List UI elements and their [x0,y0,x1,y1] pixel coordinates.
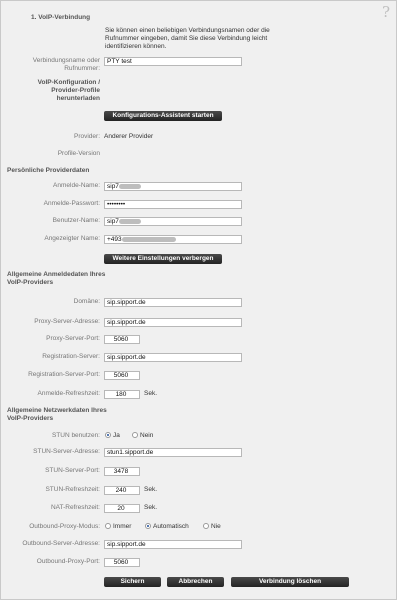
stun-no-radio[interactable]: Nein [132,432,153,439]
delete-connection-button[interactable]: Verbindung löschen [231,577,349,587]
connection-name-label: Verbindungsname oder Rufnummer: [32,57,100,72]
section-title: 1. VoIP-Verbindung [31,14,91,21]
display-name-label: Angezeigter Name: [44,235,100,242]
stun-yes-radio[interactable]: Ja [105,432,120,439]
stun-port-label: STUN-Server-Port: [45,467,100,474]
stun-use-label: STUN benutzen: [51,432,100,439]
radio-selected-icon [105,432,111,439]
provider-label: Provider: [73,133,100,140]
stun-port-input[interactable] [104,467,140,476]
proxy-address-input[interactable] [104,318,242,327]
stun-refresh-input[interactable] [104,486,140,495]
connection-name-input[interactable] [104,57,242,66]
domain-input[interactable] [104,298,242,307]
nat-refresh-input[interactable] [104,504,140,513]
outbound-port-label: Outbound-Proxy-Port: [36,558,100,565]
radio-selected-icon [145,523,151,530]
stun-refresh-unit: Sek. [144,486,158,493]
login-name-value: sip7 [107,183,119,190]
proxy-address-label: Proxy-Server-Adresse: [34,318,100,325]
stun-address-input[interactable] [104,448,242,457]
radio-empty-icon [105,523,111,530]
login-name-input[interactable]: sip7 [104,182,242,191]
stun-no-label: Nein [140,432,154,439]
user-name-value: sip7 [107,218,119,225]
mode-auto-radio[interactable]: Automatisch [145,523,189,530]
redaction-blur [118,218,141,224]
profile-version-label: Profile-Version [57,150,100,157]
cancel-button[interactable]: Abbrechen [167,577,224,587]
registration-port-label: Registration-Server-Port: [28,371,100,378]
outbound-address-label: Outbound-Server-Adresse: [22,540,100,547]
outbound-port-input[interactable] [104,558,140,567]
mode-never-radio[interactable]: Nie [203,523,221,530]
nat-refresh-label: NAT-Refreshzeit: [50,504,100,511]
network-heading: Allgemeine Netzwerkdaten Ihres VoIP-Prov… [7,407,107,422]
login-refresh-label: Anmelde-Refreshzeit: [37,390,101,397]
display-name-value: +493 [107,236,122,243]
personal-heading: Persönliche Providerdaten [7,167,90,174]
password-input[interactable]: •••••••• [104,200,242,209]
mode-always-label: Immer [113,523,132,530]
save-button[interactable]: Sichern [104,577,161,587]
general-login-heading: Allgemeine Anmeldedaten Ihres VoIP-Provi… [7,271,106,286]
redaction-blur [121,236,176,242]
radio-empty-icon [203,523,209,530]
redaction-blur [118,183,141,189]
display-name-input[interactable]: +493 [104,235,242,244]
registration-server-input[interactable] [104,353,242,362]
outbound-address-input[interactable] [104,540,242,549]
radio-empty-icon [132,432,138,439]
proxy-port-label: Proxy-Server-Port: [46,335,100,342]
password-label: Anmelde-Passwort: [43,200,100,207]
login-refresh-input[interactable] [104,390,140,399]
login-name-label: Anmelde-Name: [53,182,100,189]
mode-always-radio[interactable]: Immer [105,523,131,530]
toggle-settings-button[interactable]: Weitere Einstellungen verbergen [104,254,222,264]
registration-server-label: Registration-Server: [42,353,100,360]
stun-address-label: STUN-Server-Adresse: [33,448,100,455]
user-name-input[interactable]: sip7 [104,217,242,226]
outbound-mode-label: Outbound-Proxy-Modus: [29,523,100,530]
domain-label: Domäne: [73,298,100,305]
mode-auto-label: Automatisch [153,523,189,530]
registration-port-input[interactable] [104,371,140,380]
help-icon[interactable]: ? [382,3,390,21]
login-refresh-unit: Sek. [144,390,158,397]
mode-never-label: Nie [211,523,221,530]
proxy-port-input[interactable] [104,335,140,344]
nat-refresh-unit: Sek. [144,504,158,511]
intro-text: Sie können einen beliebigen Verbindungsn… [105,27,270,50]
provider-value: Anderer Provider [104,133,154,140]
config-assistant-button[interactable]: Konfigurations-Assistent starten [104,111,222,121]
voip-connection-panel: ? 1. VoIP-Verbindung Sie können einen be… [0,0,397,600]
user-name-label: Benutzer-Name: [52,217,100,224]
stun-yes-label: Ja [113,432,120,439]
stun-refresh-label: STUN-Refreshzeit: [45,486,100,493]
voip-config-label: VoIP-Konfiguration / Provider-Profile he… [37,79,100,102]
